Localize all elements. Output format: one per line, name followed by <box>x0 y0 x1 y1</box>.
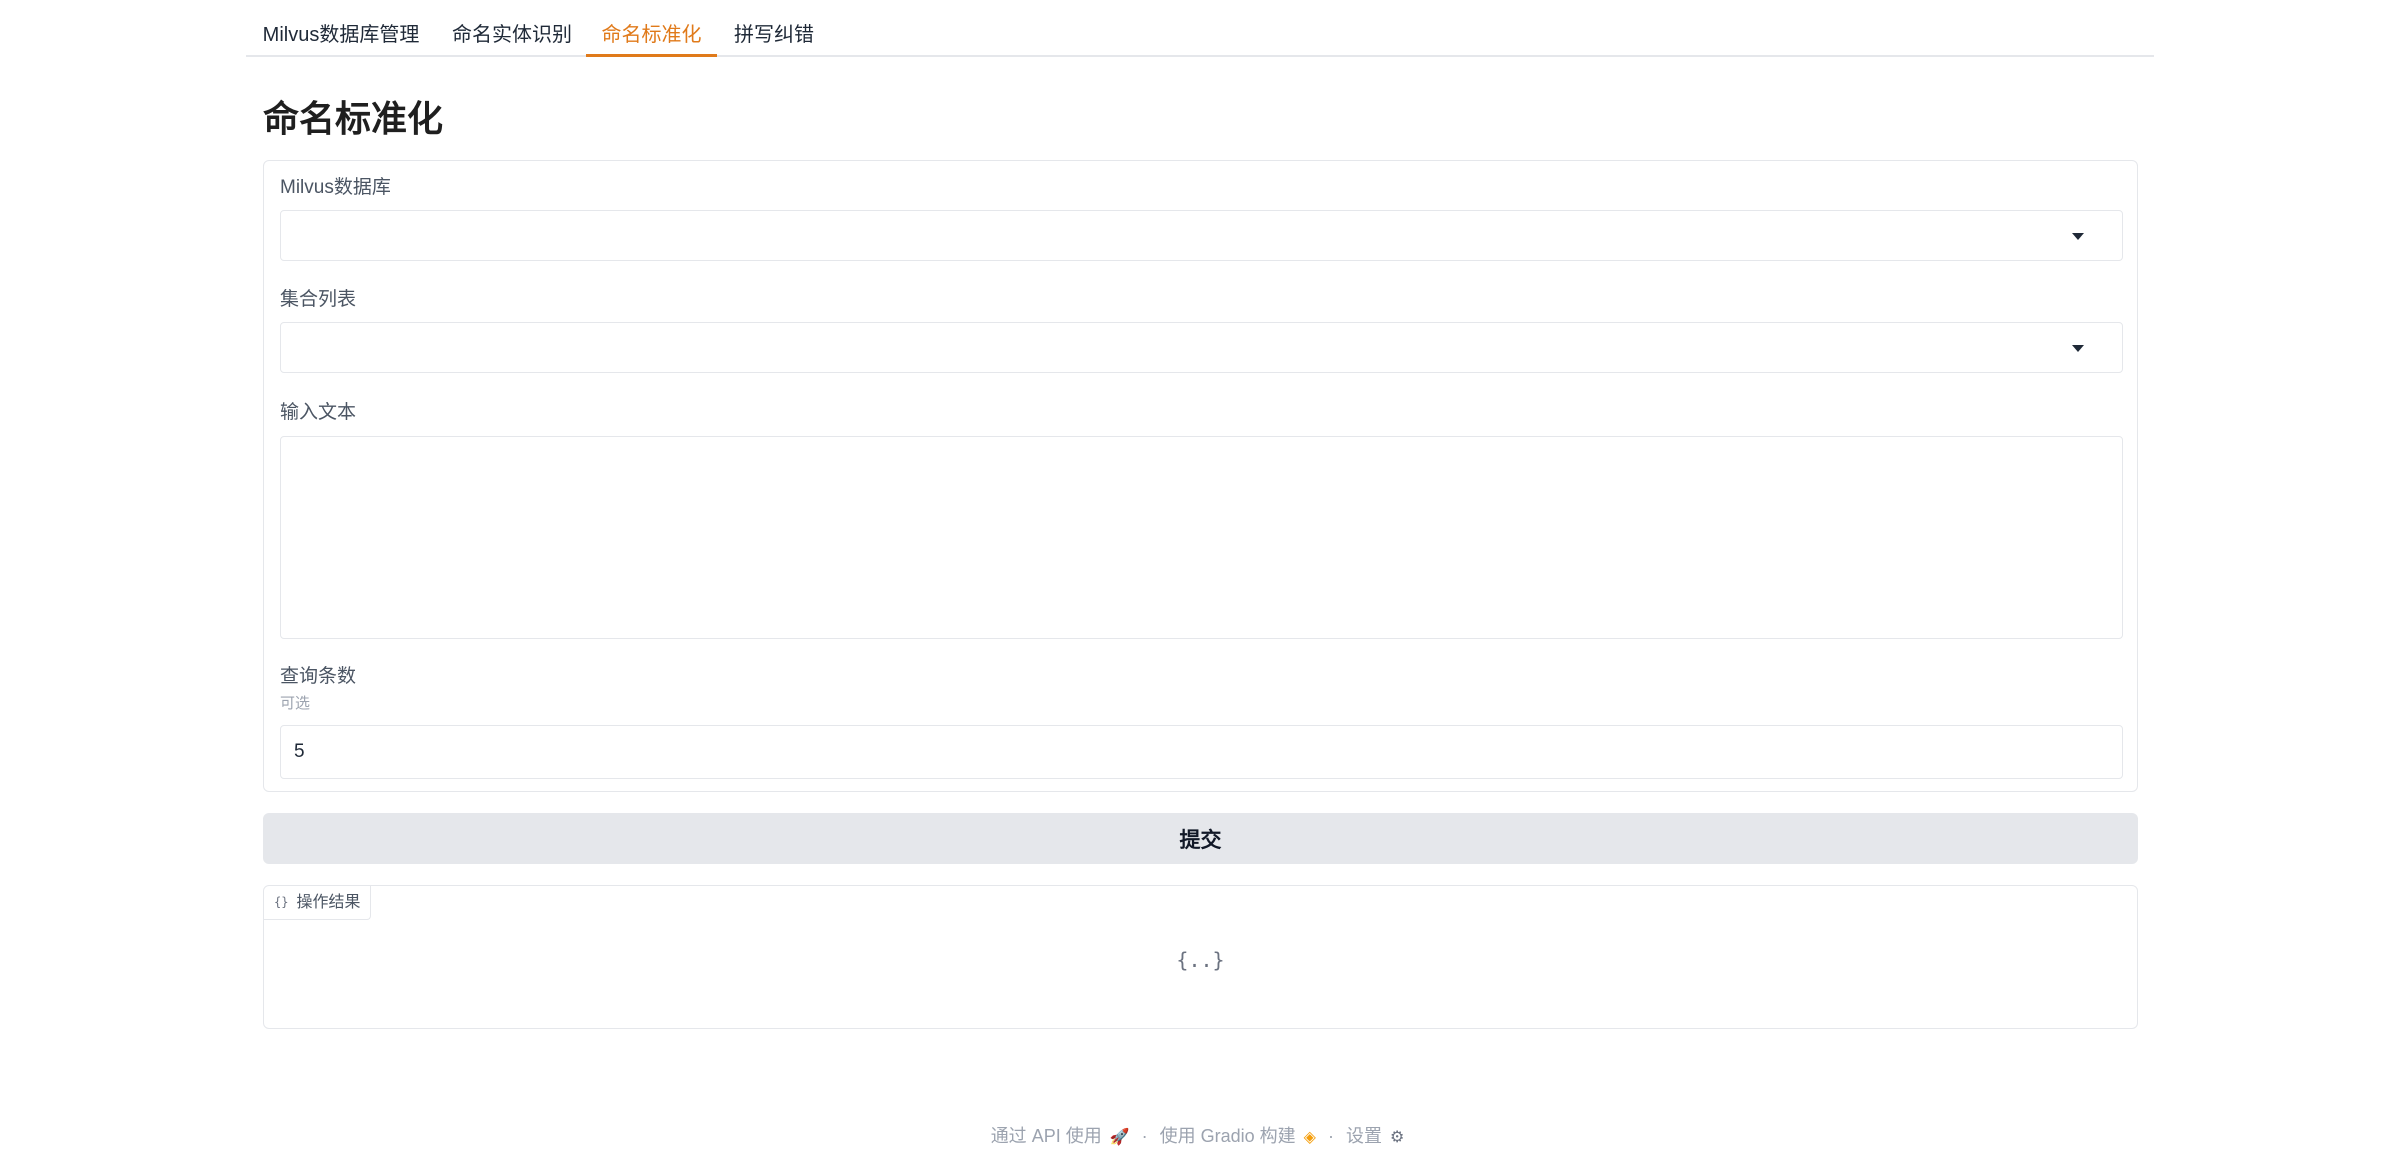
gradio-logo-icon: ◈ <box>1303 1129 1316 1146</box>
query-count-info: 可选 <box>280 695 311 712</box>
result-label: 操作结果 <box>296 894 361 911</box>
result-panel: {} 操作结果 {..} <box>263 885 2138 1029</box>
gear-icon: ⚙ <box>1389 1129 1405 1146</box>
chevron-down-icon <box>2072 345 2084 352</box>
footer-separator: · <box>1141 1126 1148 1146</box>
tab-name-normalization[interactable]: 命名标准化 <box>586 18 717 57</box>
api-link[interactable]: 通过 API 使用 🚀 <box>991 1126 1130 1146</box>
collection-label: 集合列表 <box>280 289 357 310</box>
gradio-link[interactable]: 使用 Gradio 构建 ◈ <box>1160 1126 1316 1146</box>
json-braces-icon: {} <box>274 895 289 909</box>
database-dropdown[interactable] <box>280 210 2123 261</box>
form-panel: Milvus数据库 集合列表 输入文本 查询条数 可选 <box>263 160 2138 792</box>
query-count-input[interactable] <box>280 725 2123 779</box>
submit-button[interactable]: 提交 <box>263 813 2138 864</box>
collection-dropdown[interactable] <box>280 322 2123 373</box>
rocket-icon: 🚀 <box>1109 1129 1130 1146</box>
settings-link[interactable]: 设置 ⚙ <box>1346 1126 1404 1146</box>
database-label: Milvus数据库 <box>280 177 391 198</box>
tab-milvus-management[interactable]: Milvus数据库管理 <box>246 18 436 57</box>
tab-bar: Milvus数据库管理 命名实体识别 命名标准化 拼写纠错 <box>246 0 2154 57</box>
api-label: 通过 API 使用 <box>990 1126 1102 1146</box>
tab-named-entity-recognition[interactable]: 命名实体识别 <box>447 18 577 57</box>
settings-label: 设置 <box>1345 1126 1382 1146</box>
footer: 通过 API 使用 🚀 · 使用 Gradio 构建 ◈ · 设置 ⚙ <box>0 1124 2395 1150</box>
result-label-tag: {} 操作结果 <box>264 886 372 920</box>
query-count-label: 查询条数 <box>280 666 357 687</box>
page-title: 命名标准化 <box>263 98 444 139</box>
tab-spelling-correction[interactable]: 拼写纠错 <box>726 18 822 57</box>
input-text-label: 输入文本 <box>280 402 357 423</box>
chevron-down-icon <box>2072 233 2084 240</box>
footer-separator: · <box>1327 1126 1334 1146</box>
input-text-area[interactable] <box>280 436 2123 639</box>
json-collapsed-placeholder[interactable]: {..} <box>264 948 2137 972</box>
built-with-label: 使用 Gradio 构建 <box>1159 1126 1296 1146</box>
